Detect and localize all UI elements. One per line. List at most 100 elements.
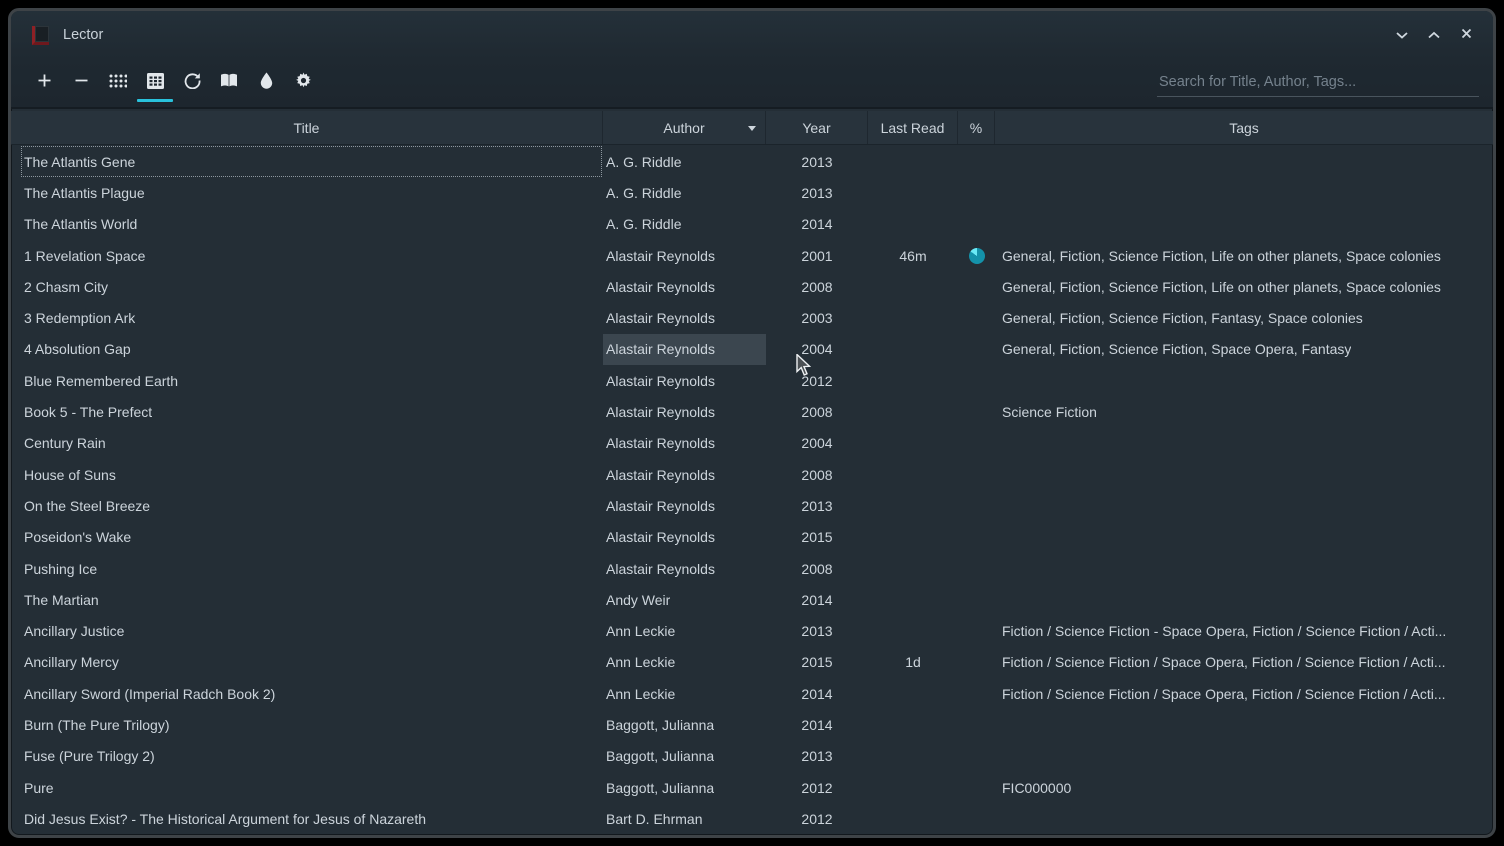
title-cell[interactable]: Pure	[11, 772, 603, 803]
last-read-cell[interactable]	[868, 146, 958, 177]
tags-cell[interactable]	[995, 553, 1493, 584]
author-cell[interactable]: Ann Leckie	[603, 615, 766, 646]
title-cell[interactable]: Blue Remembered Earth	[11, 365, 603, 396]
year-cell[interactable]: 2003	[766, 302, 868, 333]
tags-cell[interactable]: General, Fiction, Science Fiction, Life …	[995, 240, 1493, 271]
progress-cell[interactable]	[958, 334, 995, 365]
last-read-cell[interactable]	[868, 459, 958, 490]
author-cell[interactable]: Alastair Reynolds	[603, 302, 766, 333]
progress-cell[interactable]	[958, 396, 995, 427]
author-cell[interactable]: Alastair Reynolds	[603, 428, 766, 459]
title-cell[interactable]: On the Steel Breeze	[11, 490, 603, 521]
last-read-cell[interactable]	[868, 271, 958, 302]
search-input[interactable]	[1157, 70, 1479, 97]
title-cell[interactable]: Did Jesus Exist? - The Historical Argume…	[11, 803, 603, 834]
title-cell[interactable]: The Martian	[11, 584, 603, 615]
tags-cell[interactable]	[995, 177, 1493, 208]
author-cell[interactable]: Ann Leckie	[603, 647, 766, 678]
column-header-year[interactable]: Year	[766, 111, 868, 144]
tags-cell[interactable]	[995, 459, 1493, 490]
author-cell[interactable]: Alastair Reynolds	[603, 271, 766, 302]
last-read-cell[interactable]	[868, 772, 958, 803]
progress-cell[interactable]	[958, 584, 995, 615]
tags-cell[interactable]: Fiction / Science Fiction / Space Opera,…	[995, 678, 1493, 709]
column-header-last-read[interactable]: Last Read	[868, 111, 958, 144]
table-row[interactable]: On the Steel Breeze Alastair Reynolds 20…	[11, 490, 1493, 521]
title-cell[interactable]: House of Suns	[11, 459, 603, 490]
title-cell[interactable]: Pushing Ice	[11, 553, 603, 584]
progress-cell[interactable]	[958, 459, 995, 490]
table-row[interactable]: 2 Chasm City Alastair Reynolds 2008 Gene…	[11, 271, 1493, 302]
year-cell[interactable]: 2012	[766, 365, 868, 396]
progress-cell[interactable]	[958, 177, 995, 208]
refresh-library-button[interactable]	[177, 64, 207, 102]
table-row[interactable]: 1 Revelation Space Alastair Reynolds 200…	[11, 240, 1493, 271]
progress-cell[interactable]	[958, 647, 995, 678]
progress-cell[interactable]	[958, 209, 995, 240]
progress-cell[interactable]	[958, 365, 995, 396]
year-cell[interactable]: 2008	[766, 459, 868, 490]
progress-cell[interactable]	[958, 240, 995, 271]
library-button[interactable]	[214, 64, 244, 102]
table-row[interactable]: Ancillary Sword (Imperial Radch Book 2) …	[11, 678, 1493, 709]
title-bar[interactable]: Lector	[11, 11, 1493, 59]
last-read-cell[interactable]	[868, 428, 958, 459]
column-header-author[interactable]: Author	[603, 111, 766, 144]
tags-cell[interactable]: Fiction / Science Fiction - Space Opera,…	[995, 615, 1493, 646]
last-read-cell[interactable]	[868, 709, 958, 740]
title-cell[interactable]: Burn (The Pure Trilogy)	[11, 709, 603, 740]
table-row[interactable]: Ancillary Justice Ann Leckie 2013 Fictio…	[11, 615, 1493, 646]
author-cell[interactable]: Baggott, Julianna	[603, 709, 766, 740]
year-cell[interactable]: 2015	[766, 522, 868, 553]
author-cell[interactable]: Alastair Reynolds	[603, 459, 766, 490]
tags-cell[interactable]: General, Fiction, Science Fiction, Space…	[995, 334, 1493, 365]
progress-cell[interactable]	[958, 428, 995, 459]
progress-cell[interactable]	[958, 302, 995, 333]
tags-cell[interactable]: Science Fiction	[995, 396, 1493, 427]
title-cell[interactable]: Century Rain	[11, 428, 603, 459]
last-read-cell[interactable]	[868, 741, 958, 772]
title-cell[interactable]: Ancillary Mercy	[11, 647, 603, 678]
table-row[interactable]: Blue Remembered Earth Alastair Reynolds …	[11, 365, 1493, 396]
author-cell[interactable]: Alastair Reynolds	[603, 490, 766, 521]
last-read-cell[interactable]	[868, 584, 958, 615]
author-cell[interactable]: Alastair Reynolds	[603, 365, 766, 396]
table-row[interactable]: House of Suns Alastair Reynolds 2008	[11, 459, 1493, 490]
progress-cell[interactable]	[958, 553, 995, 584]
progress-cell[interactable]	[958, 271, 995, 302]
year-cell[interactable]: 2004	[766, 334, 868, 365]
theme-button[interactable]	[251, 64, 281, 102]
author-cell[interactable]: A. G. Riddle	[603, 177, 766, 208]
author-cell[interactable]: Bart D. Ehrman	[603, 803, 766, 834]
title-cell[interactable]: Book 5 - The Prefect	[11, 396, 603, 427]
author-cell[interactable]: Alastair Reynolds	[603, 396, 766, 427]
last-read-cell[interactable]: 46m	[868, 240, 958, 271]
title-cell[interactable]: Poseidon's Wake	[11, 522, 603, 553]
last-read-cell[interactable]	[868, 803, 958, 834]
last-read-cell[interactable]	[868, 334, 958, 365]
table-row[interactable]: The Martian Andy Weir 2014	[11, 584, 1493, 615]
last-read-cell[interactable]	[868, 302, 958, 333]
tags-cell[interactable]	[995, 428, 1493, 459]
author-cell[interactable]: A. G. Riddle	[603, 209, 766, 240]
table-row[interactable]: 4 Absolution Gap Alastair Reynolds 2004 …	[11, 334, 1493, 365]
title-cell[interactable]: Fuse (Pure Trilogy 2)	[11, 741, 603, 772]
maximize-button[interactable]	[1423, 24, 1445, 46]
author-cell[interactable]: Alastair Reynolds	[603, 240, 766, 271]
add-book-button[interactable]	[29, 64, 59, 102]
year-cell[interactable]: 2014	[766, 678, 868, 709]
progress-cell[interactable]	[958, 490, 995, 521]
last-read-cell[interactable]	[868, 365, 958, 396]
table-row[interactable]: The Atlantis Gene A. G. Riddle 2013	[11, 146, 1493, 177]
tags-cell[interactable]	[995, 522, 1493, 553]
tags-cell[interactable]: General, Fiction, Science Fiction, Fanta…	[995, 302, 1493, 333]
tags-cell[interactable]	[995, 209, 1493, 240]
author-cell[interactable]: A. G. Riddle	[603, 146, 766, 177]
table-row[interactable]: Burn (The Pure Trilogy) Baggott, Juliann…	[11, 709, 1493, 740]
column-header-title[interactable]: Title	[11, 111, 603, 144]
progress-cell[interactable]	[958, 772, 995, 803]
tags-cell[interactable]	[995, 146, 1493, 177]
title-cell[interactable]: The Atlantis World	[11, 209, 603, 240]
title-cell[interactable]: The Atlantis Gene	[11, 146, 603, 177]
progress-cell[interactable]	[958, 741, 995, 772]
